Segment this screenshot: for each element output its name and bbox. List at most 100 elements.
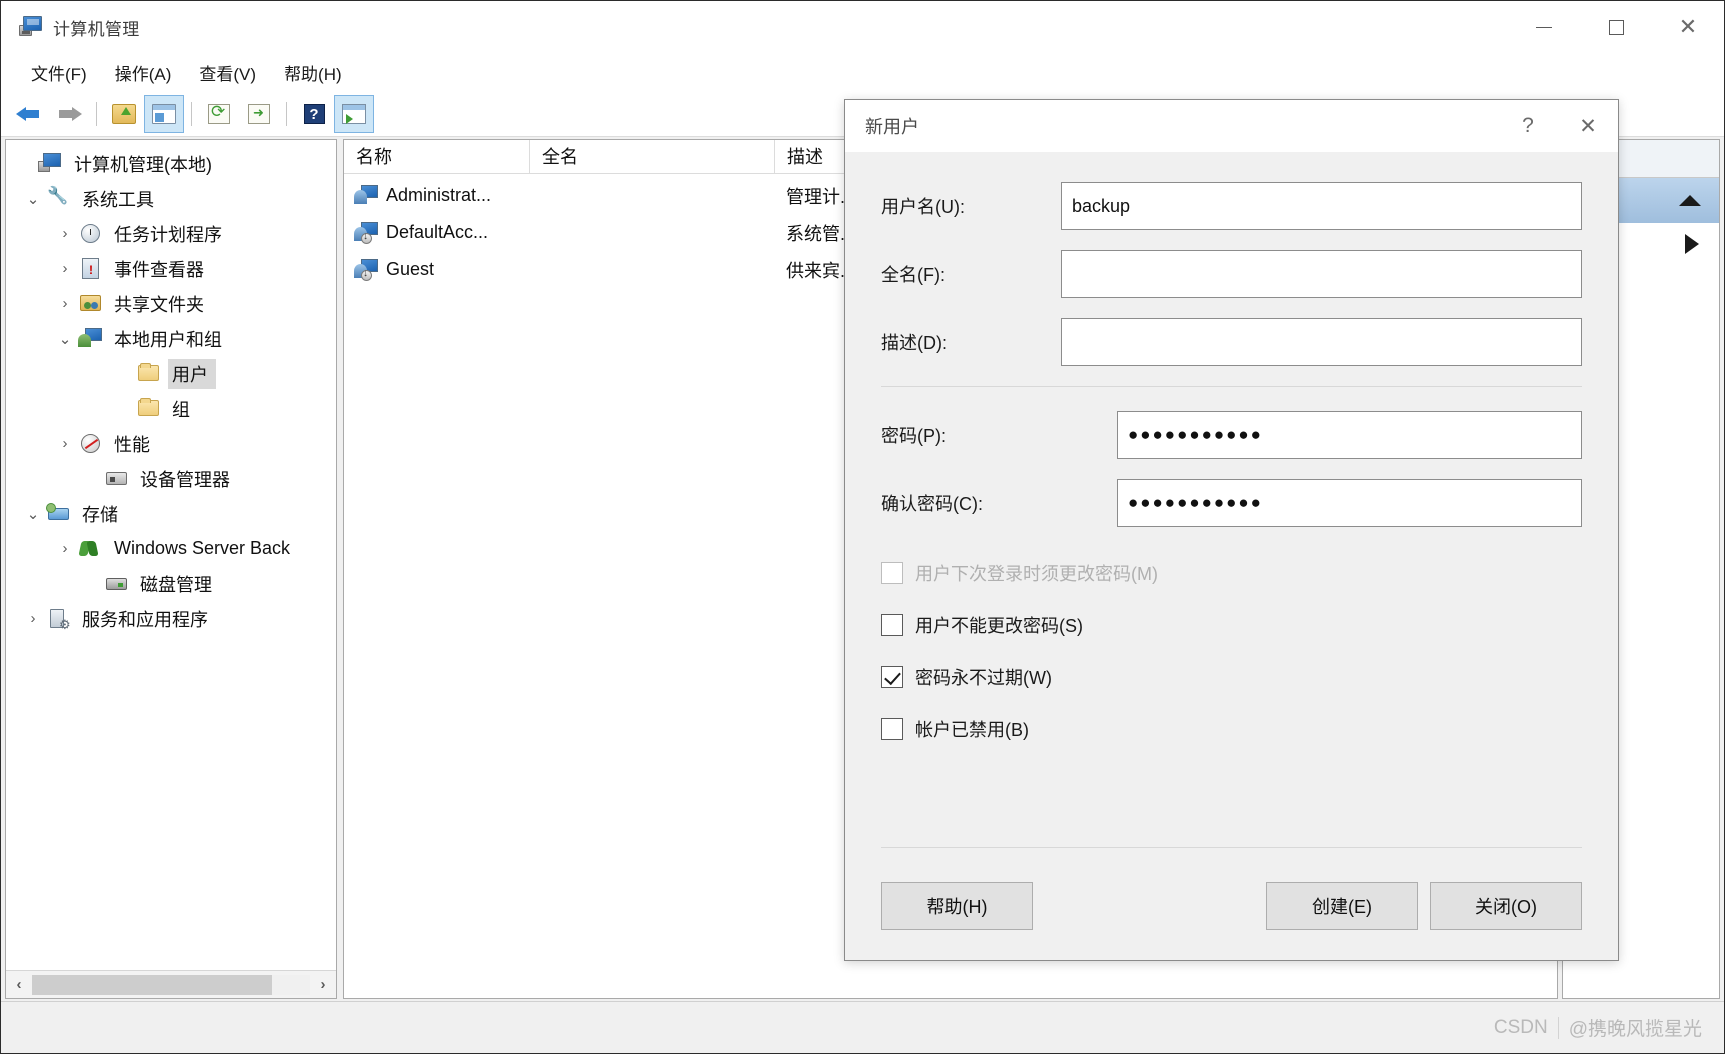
cannot-change-password-checkbox[interactable]: [881, 614, 903, 636]
tree-item-label: 设备管理器: [140, 469, 230, 490]
window-title: 计算机管理: [53, 19, 140, 39]
cannot-change-password-row[interactable]: 用户不能更改密码(S): [881, 599, 1582, 651]
menubar: 文件(F) 操作(A) 查看(V) 帮助(H): [1, 53, 1724, 91]
question-mark-icon: ?: [1522, 114, 1534, 137]
scroll-left-arrow-icon[interactable]: ‹: [6, 976, 32, 993]
close-icon: ✕: [1579, 114, 1597, 138]
tree-item-system-tools[interactable]: ⌄ 系统工具: [6, 181, 336, 216]
tree-item-label: 计算机管理(本地): [74, 154, 212, 175]
tree-item-groups[interactable]: 组: [6, 391, 336, 426]
triangle-right-icon[interactable]: [1685, 234, 1699, 254]
tree-item-device-manager[interactable]: 设备管理器: [6, 461, 336, 496]
tree-item-local-users-and-groups[interactable]: ⌄ 本地用户和组: [6, 321, 336, 356]
tools-icon: [46, 186, 72, 211]
password-never-expires-checkbox[interactable]: [881, 666, 903, 688]
description-row: 描述(D):: [881, 318, 1582, 366]
scroll-right-arrow-icon[interactable]: ›: [310, 976, 336, 993]
show-action-pane-button[interactable]: [334, 94, 374, 133]
tree-item-users[interactable]: 用户: [6, 356, 336, 391]
description-label: 描述(D):: [881, 333, 947, 353]
tree-item-disk-management[interactable]: 磁盘管理: [6, 566, 336, 601]
menu-action[interactable]: 操作(A): [101, 56, 186, 89]
dialog-titlebar: 新用户 ? ✕: [845, 100, 1618, 152]
watermark-brand: CSDN: [1493, 1016, 1548, 1038]
dialog-close-button[interactable]: ✕: [1558, 100, 1618, 152]
maximize-button[interactable]: [1580, 1, 1652, 53]
menu-help[interactable]: 帮助(H): [270, 56, 356, 89]
chevron-down-icon[interactable]: ⌄: [20, 190, 46, 208]
chevron-right-icon[interactable]: ›: [52, 435, 78, 452]
minimize-button[interactable]: [1508, 1, 1580, 53]
row-name-text: Administrat...: [386, 185, 492, 205]
column-header-name[interactable]: 名称: [344, 140, 529, 174]
forward-button[interactable]: [49, 95, 89, 133]
fullname-label: 全名(F):: [881, 265, 945, 285]
refresh-button[interactable]: [199, 95, 239, 133]
password-never-expires-row[interactable]: 密码永不过期(W): [881, 651, 1582, 703]
export-list-button[interactable]: [239, 95, 279, 133]
scrollbar-track[interactable]: [32, 974, 310, 995]
local-users-groups-icon: [78, 327, 104, 351]
tree-item-windows-server-backup[interactable]: › Windows Server Back: [6, 531, 336, 566]
user-account-disabled-icon: [354, 221, 380, 245]
tree-item-label: 存储: [82, 504, 118, 525]
chevron-right-icon[interactable]: ›: [52, 225, 78, 242]
chevron-down-icon[interactable]: ⌄: [52, 330, 78, 348]
shared-folder-icon: [78, 292, 104, 316]
tree-item-task-scheduler[interactable]: › 任务计划程序: [6, 216, 336, 251]
tree-item-performance[interactable]: › 性能: [6, 426, 336, 461]
triangle-up-icon[interactable]: [1679, 195, 1701, 206]
export-list-icon: [248, 103, 270, 124]
chevron-right-icon[interactable]: ›: [52, 295, 78, 312]
maximize-icon: [1608, 19, 1624, 35]
help-button[interactable]: 帮助(H): [881, 882, 1033, 930]
chevron-right-icon[interactable]: ›: [52, 540, 78, 557]
tree-item-computer-management[interactable]: 计算机管理(本地): [6, 146, 336, 181]
chevron-down-icon[interactable]: ⌄: [20, 505, 46, 523]
tree-item-services-and-applications[interactable]: › 服务和应用程序: [6, 601, 336, 636]
action-pane-icon: [342, 103, 366, 124]
tree-scroll-area: 计算机管理(本地) ⌄ 系统工具 › 任务计划程序 › 事件查看器: [6, 140, 336, 970]
scrollbar-thumb[interactable]: [32, 974, 272, 995]
chevron-right-icon[interactable]: ›: [52, 260, 78, 277]
new-user-dialog: 新用户 ? ✕ 用户名(U): backup 全名(F): 描述(D): 密码(: [844, 99, 1619, 961]
back-button[interactable]: [9, 95, 49, 133]
username-row: 用户名(U): backup: [881, 182, 1582, 230]
column-header-fullname[interactable]: 全名: [529, 139, 774, 174]
close-button[interactable]: ✕: [1652, 1, 1724, 53]
tree-item-storage[interactable]: ⌄ 存储: [6, 496, 336, 531]
disk-management-icon: [104, 572, 130, 596]
folder-icon: [136, 362, 162, 386]
menu-file[interactable]: 文件(F): [17, 56, 101, 89]
username-field[interactable]: backup: [1061, 182, 1582, 230]
up-one-level-button[interactable]: [104, 95, 144, 133]
tree-horizontal-scrollbar[interactable]: ‹ ›: [6, 970, 336, 998]
password-field[interactable]: ●●●●●●●●●●●: [1117, 411, 1582, 459]
watermark: CSDN @携晚风揽星光: [1494, 1014, 1724, 1041]
toolbar-separator: [191, 101, 192, 126]
dialog-footer-separator: [881, 847, 1582, 848]
menu-view[interactable]: 查看(V): [185, 56, 270, 89]
row-name-text: DefaultAcc...: [386, 222, 489, 242]
username-label: 用户名(U):: [881, 197, 965, 217]
tree-item-event-viewer[interactable]: › 事件查看器: [6, 251, 336, 286]
close-dialog-button[interactable]: 关闭(O): [1430, 882, 1582, 930]
dialog-help-button[interactable]: ?: [1498, 100, 1558, 152]
device-manager-icon: [104, 467, 130, 491]
row-name-text: Guest: [386, 259, 435, 279]
chevron-right-icon[interactable]: ›: [20, 610, 46, 627]
description-field[interactable]: [1061, 318, 1582, 366]
account-disabled-checkbox[interactable]: [881, 718, 903, 740]
confirm-password-field[interactable]: ●●●●●●●●●●●: [1117, 479, 1582, 527]
create-button[interactable]: 创建(E): [1266, 882, 1418, 930]
show-hide-tree-button[interactable]: [144, 94, 184, 133]
confirm-password-row: 确认密码(C): ●●●●●●●●●●●: [881, 479, 1582, 527]
password-row: 密码(P): ●●●●●●●●●●●: [881, 411, 1582, 459]
account-disabled-row[interactable]: 帐户已禁用(B): [881, 703, 1582, 755]
folder-icon: [136, 397, 162, 421]
tree-item-shared-folders[interactable]: › 共享文件夹: [6, 286, 336, 321]
computer-management-window: 计算机管理 ✕ 文件(F) 操作(A) 查看(V) 帮助(H) ?: [0, 0, 1725, 1054]
watermark-separator: [1557, 1016, 1559, 1039]
fullname-field[interactable]: [1061, 250, 1582, 298]
help-button[interactable]: ?: [294, 95, 334, 133]
